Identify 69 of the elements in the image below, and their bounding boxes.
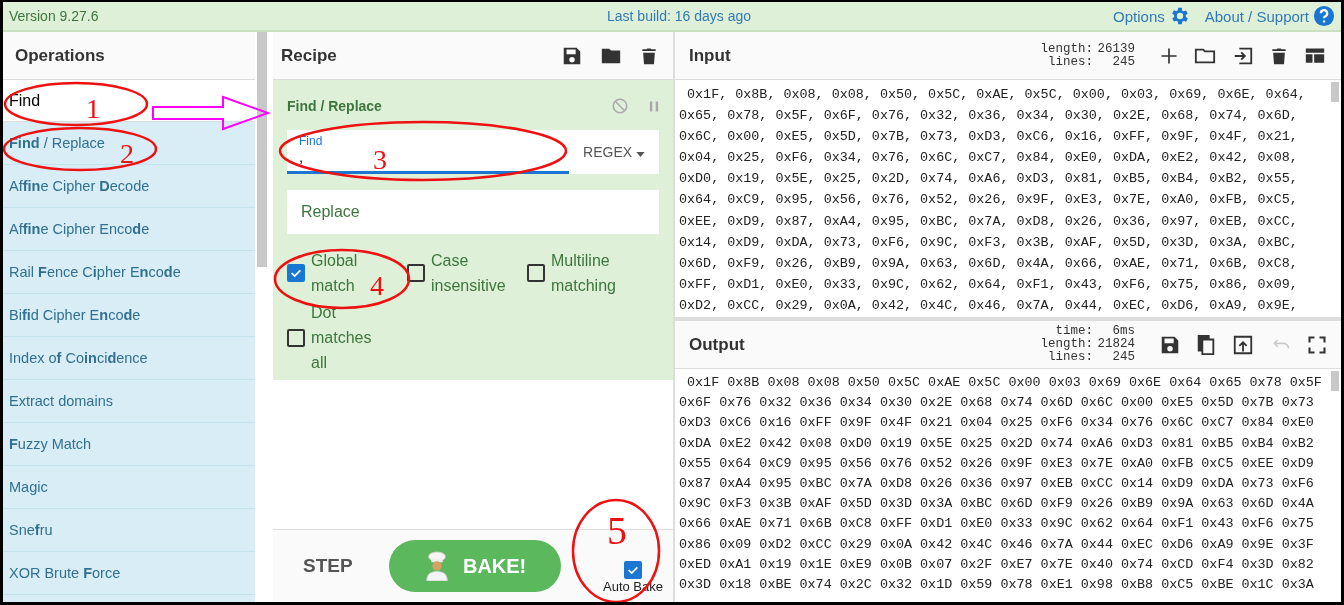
output-text-line: 0x66 0xAE 0x71 0x6B 0xC8 0xFF 0xD1 0xE0 0x33 0x9C 0x62 0x64 0xF1 0x43 0xF6 0x75 <box>679 515 1315 534</box>
input-text-line: 0xD2, 0xCC, 0x29, 0x0A, 0x42, 0x4C, 0x46, 0x7A, 0x44, 0xEC, 0xD6, 0xA9, 0x9E, <box>679 296 1299 315</box>
annotation-number: 1 <box>86 93 100 124</box>
version-label: Version 9.27.6 <box>9 8 100 24</box>
checkbox-label: Case insensitive <box>431 251 506 296</box>
checkbox[interactable] <box>287 264 305 282</box>
bake-button[interactable]: BAKE! <box>388 540 561 592</box>
options-link[interactable]: Options <box>1113 7 1165 25</box>
input-text-line: 0x65, 0x78, 0x5F, 0x6F, 0x76, 0x32, 0x36, 0x34, 0x30, 0x2E, 0x68, 0x74, 0x6D, <box>679 107 1299 126</box>
operation-item[interactable]: Fuzzy Match <box>3 423 255 466</box>
checkbox-label: Global match <box>311 251 358 296</box>
annotation-number: 4 <box>370 270 384 301</box>
operation-item[interactable]: Index of Coincidence <box>3 337 255 380</box>
input-text-line: 0x6C, 0x00, 0xE5, 0x5D, 0x7B, 0x73, 0xD3, 0xC6, 0x16, 0xFF, 0x9F, 0x4F, 0x21, <box>679 128 1299 147</box>
operation-title: Find / Replace <box>287 98 382 114</box>
find-label: Find <box>299 134 324 148</box>
operation-item[interactable]: Affine Cipher Decode <box>3 165 255 208</box>
input-stats: length: 26139 lines: 245 <box>1040 42 1135 69</box>
step-button[interactable]: STEP <box>297 549 359 583</box>
operation-item[interactable]: Affine Cipher Encode <box>3 208 255 251</box>
fullscreen-icon[interactable] <box>1307 334 1327 355</box>
checkbox[interactable] <box>527 264 545 282</box>
operation-item[interactable]: Snefru <box>3 509 255 552</box>
output-text-line: 0xDA 0xE2 0x42 0x08 0xD0 0x19 0x5E 0x25 0x2D 0x74 0xA6 0xD3 0x81 0xB5 0xB4 0xB2 <box>679 434 1315 453</box>
about-support-link[interactable]: About / Support <box>1204 7 1309 25</box>
output-text-line: 0xED 0xA1 0x19 0x1E 0xE9 0x0B 0x07 0x2F 0xE7 0x7E 0x40 0x74 0xCD 0xF4 0x3D 0x82 <box>679 555 1315 574</box>
checkbox-label: Dot matches all <box>311 303 372 373</box>
scrollbar[interactable] <box>1331 82 1339 102</box>
output-text-line: 0x86 0x09 0xD2 0xCC 0x29 0x0A 0x42 0x4C 0x46 0x7A 0x44 0xEC 0xD6 0xA9 0x9E 0x3F <box>679 535 1315 554</box>
output-text-line: 0x87 0xA4 0x95 0xBC 0x7A 0xD8 0x26 0x36 0x97 0xEB 0xCC 0x14 0xD9 0xDA 0x73 0xF6 <box>679 475 1315 493</box>
output-text-line: 0x55 0x64 0xC9 0x95 0x56 0x76 0x52 0x26 0x9F 0xE3 0x7E 0xA0 0xFB 0xC5 0xEE 0xD9 <box>679 454 1315 473</box>
input-text-line: 0xD0, 0x19, 0x5E, 0x25, 0x2D, 0x74, 0xA6, 0xD3, 0x81, 0xB5, 0xB4, 0xB2, 0x55, <box>679 170 1299 189</box>
input-text-line: 0x14, 0xD9, 0xDA, 0x73, 0xF6, 0x9C, 0xF3, 0x3B, 0xAF, 0x5D, 0x3D, 0x3A, 0xBC, <box>679 233 1299 252</box>
operation-item[interactable]: Extract domains <box>3 380 255 423</box>
replace-field[interactable]: Replace <box>287 190 659 234</box>
scrollbar[interactable] <box>1331 371 1339 391</box>
find-input[interactable]: , <box>299 148 359 165</box>
output-text-line: 0x3D 0x18 0xBE 0x74 0x2C 0x32 0x1D 0x59 0x78 0xE1 0x98 0xB8 0xC5 0xBE 0x1C 0x3A <box>679 576 1315 595</box>
output-title: Output <box>689 334 745 355</box>
scrollbar[interactable] <box>257 32 267 267</box>
checkbox[interactable] <box>287 328 305 347</box>
output-text-line: 0x6F 0x76 0x32 0x36 0x34 0x30 0x2E 0x68 0x74 0x6D 0x6C 0x00 0xE5 0x5D 0x7B 0x73 <box>679 394 1315 413</box>
input-text-line: 0xFF, 0xD1, 0xE0, 0x33, 0x9C, 0x62, 0x64, 0xF1, 0x43, 0xF6, 0x75, 0x86, 0x09, <box>679 275 1299 294</box>
caret-icon <box>636 152 645 157</box>
checkbox-label: Multiline matching <box>551 251 616 296</box>
output-text-line: 0xD3 0xC6 0x16 0xFF 0x9F 0x4F 0x21 0x04 0x25 0xF6 0x34 0x76 0x6C 0xC7 0x84 0xE0 <box>679 414 1315 433</box>
output-stats: time: 6ms length: 21824 lines: 245 <box>1040 325 1135 364</box>
input-title: Input <box>689 45 731 66</box>
upload-icon[interactable] <box>1231 333 1255 356</box>
input-text-line: 0xEE, 0xD9, 0x87, 0xA4, 0x95, 0xBC, 0x7A, 0xD8, 0x26, 0x36, 0x97, 0xEB, 0xCC, <box>679 212 1299 231</box>
operation-item[interactable]: Magic <box>3 466 255 509</box>
annotation-number: 3 <box>373 144 387 175</box>
output-text-line: 0x1F 0x8B 0x08 0x08 0x50 0x5C 0xAE 0x5C 0x00 0x03 0x69 0x6E 0x64 0x65 0x78 0x5F <box>686 374 1323 392</box>
operation-item[interactable]: XOR Brute Force <box>3 552 255 595</box>
input-text-line: 0x04, 0x25, 0xF6, 0x34, 0x76, 0x6C, 0xC7, 0x84, 0xE0, 0xDA, 0xE2, 0x42, 0x08, <box>679 149 1299 168</box>
operations-title: Operations <box>15 45 105 66</box>
operation-item[interactable]: Rail Fence Cipher Encode <box>3 251 255 294</box>
help-icon[interactable] <box>1313 5 1335 27</box>
input-text-line: 0x64, 0xC9, 0x95, 0x56, 0x76, 0x52, 0x26, 0x9F, 0xE3, 0x7E, 0xA0, 0xFB, 0xC5, <box>679 191 1299 210</box>
operation-item[interactable]: Bifid Cipher Encode <box>3 294 255 337</box>
annotation-number: 5 <box>607 508 627 553</box>
recipe-title: Recipe <box>281 45 337 66</box>
input-text-line: 0x1F, 0x8B, 0x08, 0x08, 0x50, 0x5C, 0xAE, 0x5C, 0x00, 0x03, 0x69, 0x6E, 0x64, <box>686 86 1307 104</box>
copy-icon[interactable] <box>1195 332 1217 357</box>
last-build-label: Last build: 16 days ago <box>606 8 752 24</box>
input-text-line: 0x6D, 0xF9, 0x26, 0xB9, 0x9A, 0x63, 0x6D, 0x4A, 0x66, 0xAE, 0x71, 0x6B, 0xC8, <box>679 254 1299 273</box>
auto-bake-checkbox[interactable] <box>624 560 642 579</box>
checkbox[interactable] <box>407 264 425 282</box>
output-text-line: 0x9C 0xF3 0x3B 0xAF 0x5D 0x3D 0x3A 0xBC 0x6D 0xF9 0x26 0xB9 0x9A 0x63 0x6D 0x4A <box>679 495 1315 514</box>
